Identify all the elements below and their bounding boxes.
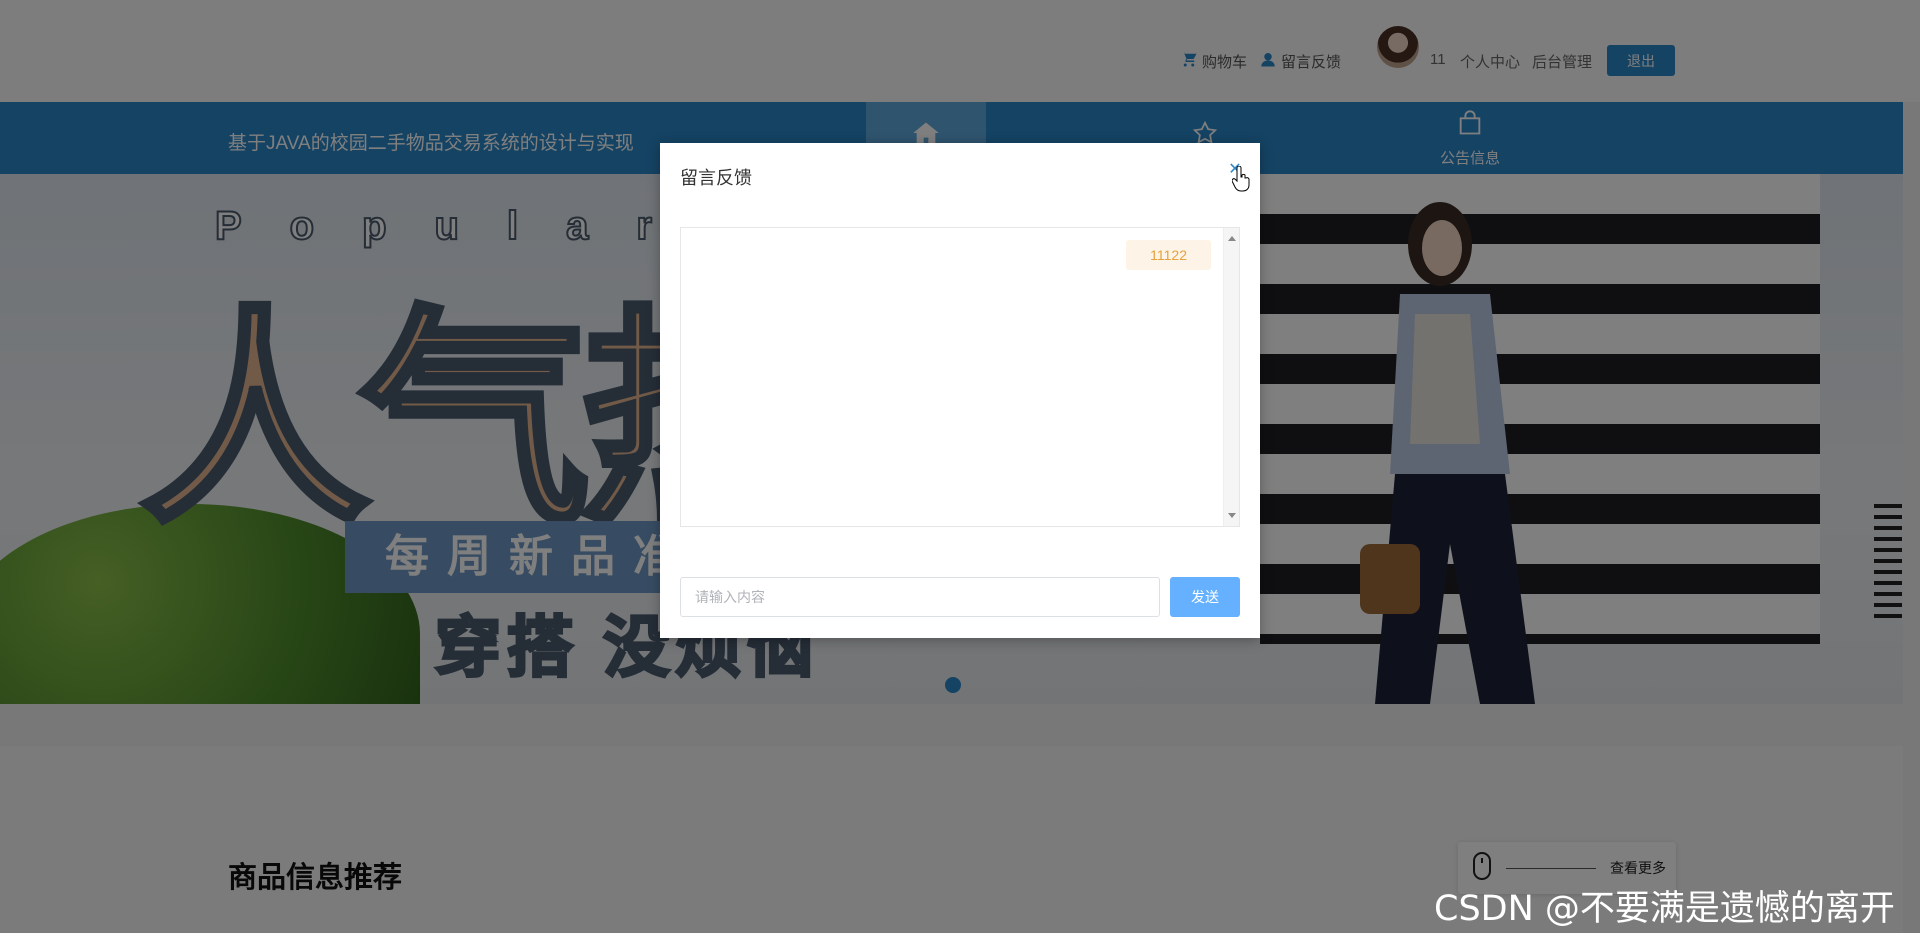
page: 购物车 留言反馈 11 个人中心 后台管理 退出 基于JAVA的校园二手物品交易… xyxy=(0,0,1920,933)
chat-history[interactable]: 11122 xyxy=(680,227,1240,527)
feedback-dialog: 留言反馈 ✕ 11122 发送 xyxy=(660,143,1260,638)
scroll-down-arrow-icon[interactable] xyxy=(1228,513,1236,518)
send-button[interactable]: 发送 xyxy=(1170,577,1240,617)
dialog-title: 留言反馈 xyxy=(680,168,752,188)
scroll-up-arrow-icon[interactable] xyxy=(1228,236,1236,241)
hand-pointer-cursor-icon xyxy=(1231,165,1250,197)
message-input[interactable] xyxy=(680,577,1160,617)
csdn-watermark: CSDN @不要满是遗憾的离开 xyxy=(1434,889,1895,929)
chat-scrollbar[interactable] xyxy=(1223,228,1239,526)
message-bubble: 11122 xyxy=(1126,240,1211,270)
